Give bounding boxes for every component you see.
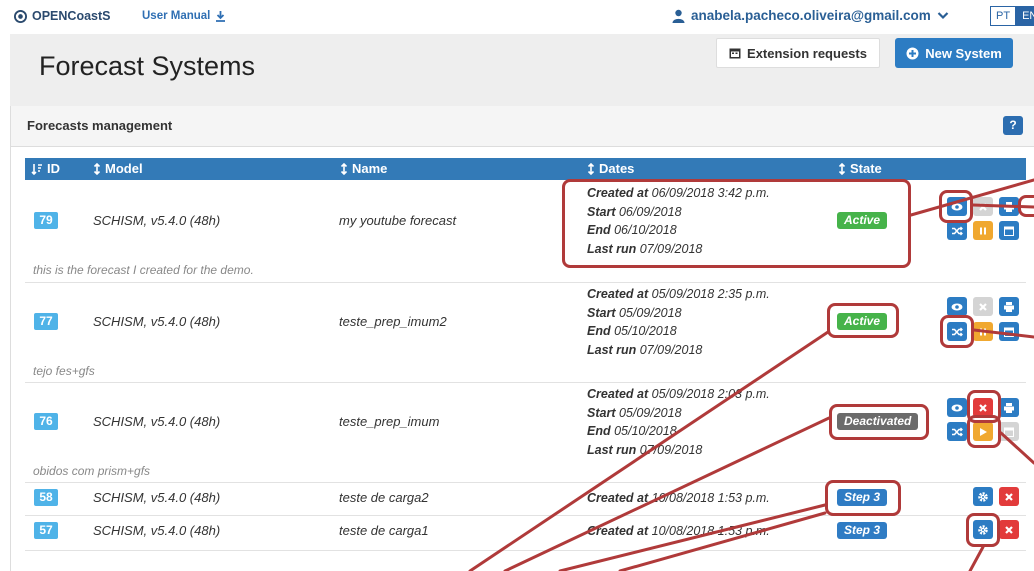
annotation-line xyxy=(909,178,1034,217)
annotation-line xyxy=(618,511,827,571)
annotation-lines xyxy=(468,178,1034,571)
annotation-line xyxy=(972,328,1034,339)
annotation-line xyxy=(999,431,1034,465)
annotation-line xyxy=(558,503,827,571)
annotation-line xyxy=(971,203,1034,209)
annotation-line xyxy=(468,330,830,571)
annotation-line xyxy=(968,545,985,571)
